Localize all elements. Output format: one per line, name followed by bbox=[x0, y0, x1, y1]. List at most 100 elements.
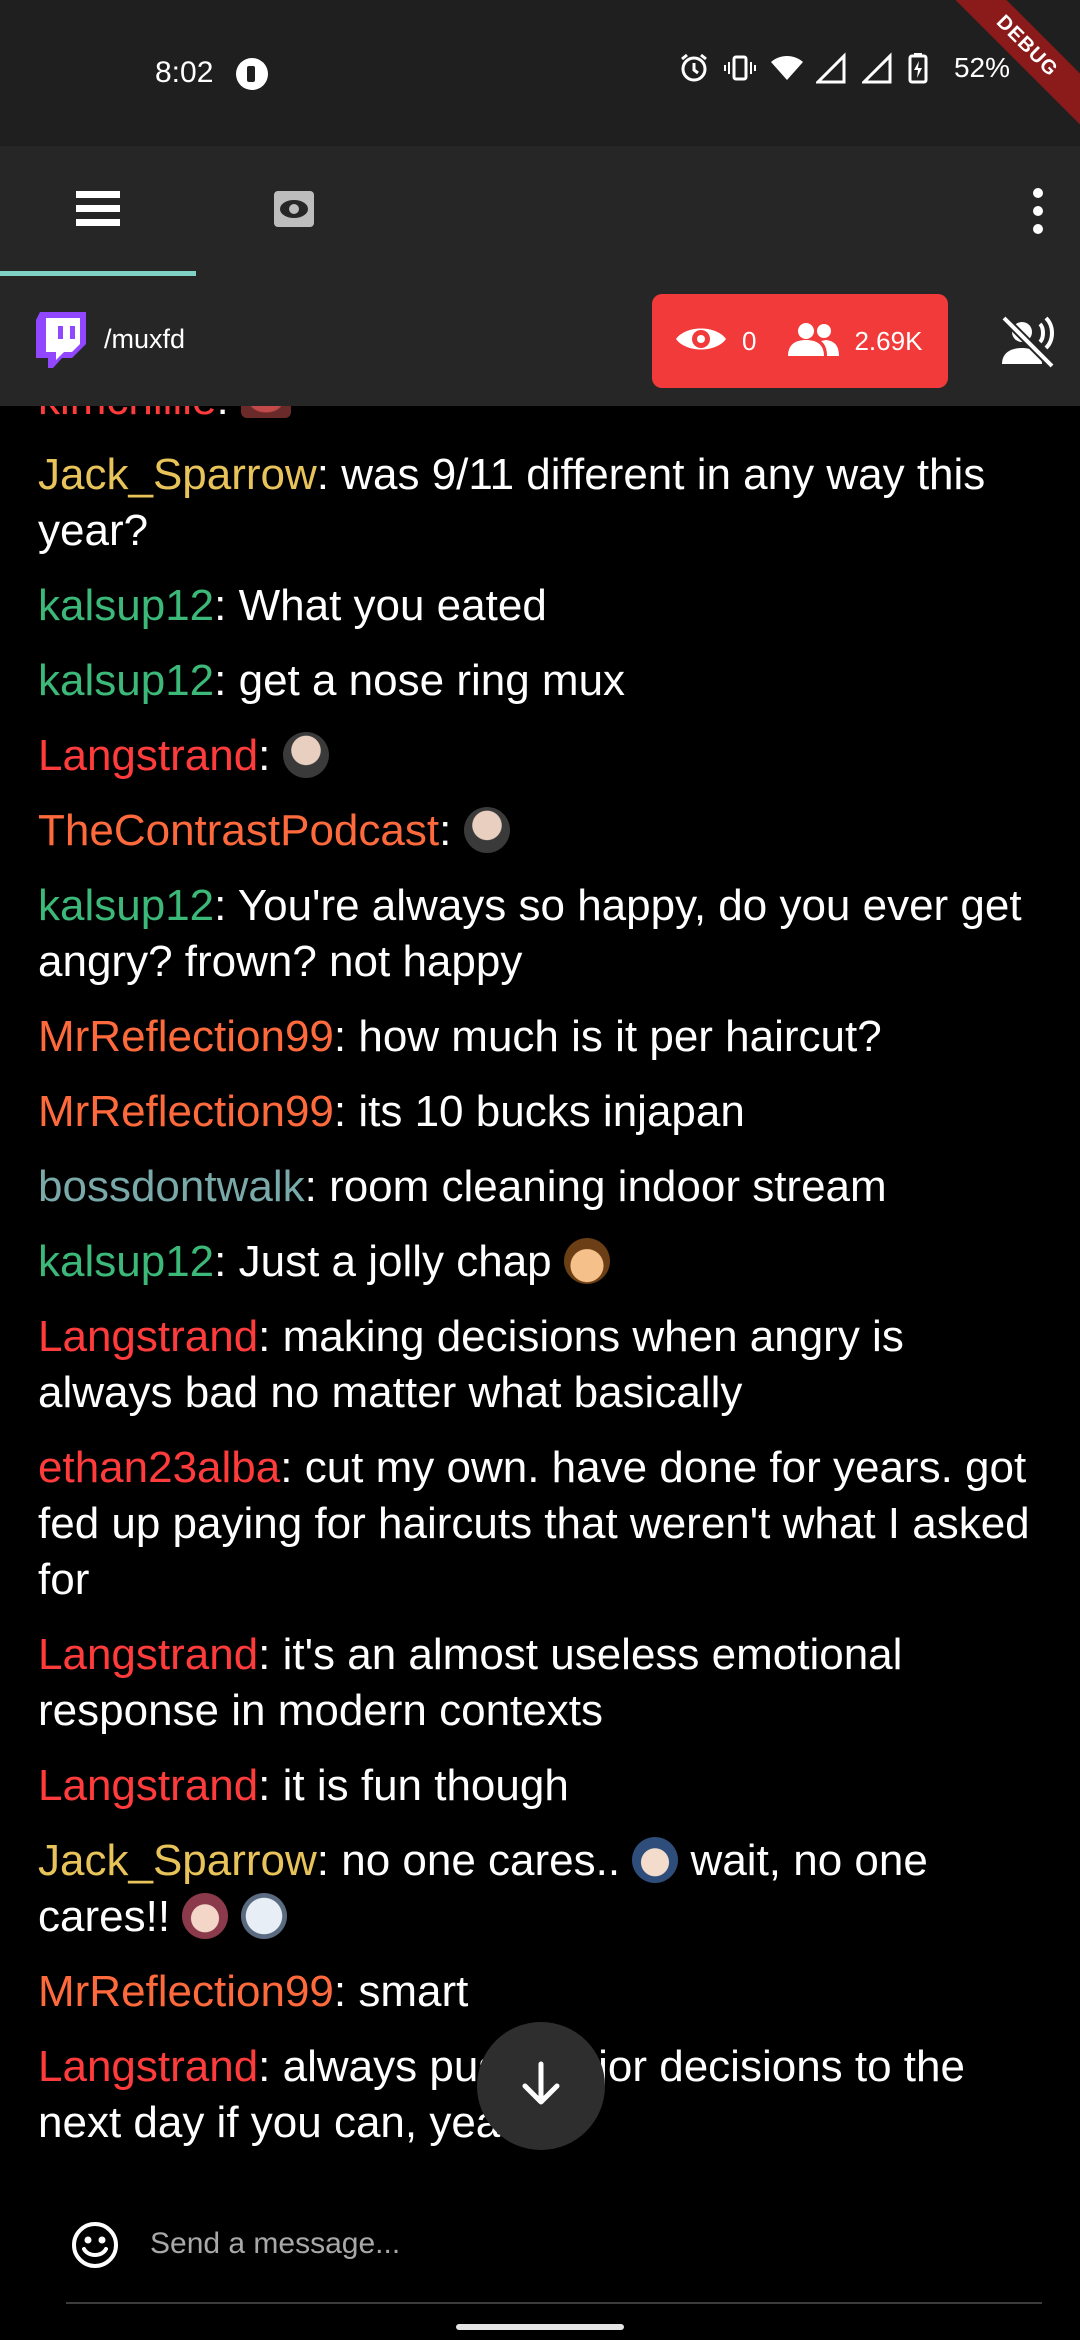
chat-username[interactable]: kalsup12 bbox=[38, 881, 214, 930]
message-input[interactable] bbox=[150, 2212, 1040, 2276]
people-icon bbox=[786, 322, 840, 361]
chat-username[interactable]: kalsup12 bbox=[38, 1237, 214, 1286]
chat-message[interactable]: MrReflection99: smart bbox=[38, 1964, 1048, 2020]
viewer-stats-pill[interactable]: 0 2.69K bbox=[652, 294, 948, 388]
chat-separator: : bbox=[258, 1312, 283, 1361]
chat-username[interactable]: Langstrand bbox=[38, 1312, 258, 1361]
chat-separator: : bbox=[316, 450, 342, 499]
face-emote-icon bbox=[282, 732, 329, 778]
anime-emote-icon bbox=[632, 1837, 679, 1883]
chat-username[interactable]: Langstrand bbox=[38, 2042, 258, 2091]
chat-separator: : bbox=[216, 406, 240, 424]
chat-separator: : bbox=[439, 806, 464, 855]
chat-message[interactable]: TheContrastPodcast: bbox=[38, 803, 1048, 859]
chat-username[interactable]: ethan23alba bbox=[38, 1443, 280, 1492]
channel-name[interactable]: /muxfd bbox=[104, 324, 185, 355]
scroll-to-bottom-button[interactable] bbox=[477, 2022, 605, 2150]
signal-icon-2 bbox=[861, 52, 894, 84]
chat-username[interactable]: kimchiiiie bbox=[38, 406, 216, 424]
face-emote-icon bbox=[463, 807, 510, 853]
chat-separator: : bbox=[214, 881, 238, 930]
chat-separator: : bbox=[258, 2042, 283, 2091]
lips-emote-icon bbox=[240, 406, 291, 418]
battery-icon bbox=[908, 52, 940, 84]
tab-chat[interactable] bbox=[0, 146, 196, 276]
chat-text: its 10 bucks injapan bbox=[358, 1087, 745, 1136]
home-indicator[interactable] bbox=[456, 2324, 624, 2330]
chat-separator: : bbox=[258, 1761, 283, 1810]
status-time: 8:02 bbox=[155, 56, 214, 89]
list-icon bbox=[76, 190, 120, 232]
chat-list[interactable]: kimchiiiie: Jack_Sparrow: was 9/11 diffe… bbox=[0, 406, 1080, 2176]
chat-message[interactable]: Jack_Sparrow: was 9/11 different in any … bbox=[38, 447, 1048, 559]
vibrate-icon bbox=[723, 52, 756, 84]
chat-username[interactable]: TheContrastPodcast bbox=[38, 806, 439, 855]
chat-message[interactable]: Langstrand: bbox=[38, 728, 1048, 784]
chat-username[interactable]: Jack_Sparrow bbox=[38, 450, 317, 499]
chat-username[interactable]: MrReflection99 bbox=[38, 1012, 334, 1061]
chat-text: What you eated bbox=[238, 581, 547, 630]
alarm-icon bbox=[678, 52, 710, 84]
wifi-icon bbox=[770, 52, 803, 84]
chat-username[interactable]: kalsup12 bbox=[38, 581, 214, 630]
chat-username[interactable]: Langstrand bbox=[38, 1630, 258, 1679]
girl-emote-icon bbox=[182, 1893, 229, 1939]
status-bar: 8:02 52% DEBUG bbox=[0, 0, 1080, 146]
chat-username[interactable]: bossdontwalk bbox=[38, 1162, 305, 1211]
chat-message[interactable]: ethan23alba: cut my own. have done for y… bbox=[38, 1440, 1048, 1608]
chat-message[interactable]: bossdontwalk: room cleaning indoor strea… bbox=[38, 1159, 1048, 1215]
eye-icon bbox=[674, 322, 728, 361]
chat-separator: : bbox=[333, 1967, 359, 2016]
chat-separator: : bbox=[333, 1087, 359, 1136]
message-composer bbox=[0, 2176, 1080, 2340]
chat-separator: : bbox=[304, 1162, 330, 1211]
twitch-logo-icon bbox=[36, 312, 86, 368]
chat-message[interactable]: Jack_Sparrow: no one cares.. wait, no on… bbox=[38, 1833, 1048, 1945]
chat-separator: : bbox=[214, 1237, 239, 1286]
channel-header: /muxfd 0 2.69K bbox=[0, 276, 1080, 406]
battery-percent: 52% bbox=[953, 52, 1010, 83]
app-tab-bar bbox=[0, 146, 1080, 276]
mask-emote-icon bbox=[240, 1893, 287, 1939]
boy-emote-icon bbox=[563, 1238, 610, 1284]
chat-username[interactable]: Langstrand bbox=[38, 1761, 258, 1810]
chat-message[interactable]: kalsup12: You're always so happy, do you… bbox=[38, 878, 1048, 990]
chat-username[interactable]: kalsup12 bbox=[38, 656, 214, 705]
tab-stream[interactable] bbox=[196, 146, 392, 276]
chat-text: Just a jolly chap bbox=[238, 1237, 552, 1286]
chat-username[interactable]: MrReflection99 bbox=[38, 1087, 334, 1136]
emoji-picker-icon[interactable] bbox=[70, 2220, 120, 2270]
chat-message[interactable]: Langstrand: it is fun though bbox=[38, 1758, 1048, 1814]
chat-message[interactable]: kimchiiiie: bbox=[38, 406, 1048, 428]
status-icons: 52% bbox=[678, 52, 1010, 84]
follower-count: 2.69K bbox=[854, 325, 923, 356]
overflow-menu-button[interactable] bbox=[1026, 188, 1050, 234]
chat-text: how much is it per haircut? bbox=[358, 1012, 882, 1061]
voice-off-icon[interactable] bbox=[1000, 315, 1056, 369]
chat-message[interactable]: MrReflection99: how much is it per hairc… bbox=[38, 1009, 1048, 1065]
chat-message[interactable]: Langstrand: it's an almost useless emoti… bbox=[38, 1627, 1048, 1739]
chat-separator: : bbox=[258, 731, 283, 780]
chat-message[interactable]: kalsup12: What you eated bbox=[38, 578, 1048, 634]
eye-screen-icon bbox=[272, 189, 316, 234]
chat-text: no one cares.. bbox=[341, 1836, 621, 1885]
arrow-down-icon bbox=[519, 2060, 563, 2113]
chat-username[interactable]: Jack_Sparrow bbox=[38, 1836, 317, 1885]
current-viewers: 0 bbox=[742, 325, 757, 356]
chat-text: smart bbox=[358, 1967, 469, 2016]
signal-icon bbox=[815, 52, 848, 84]
chat-username[interactable]: Langstrand bbox=[38, 731, 258, 780]
chat-message[interactable]: kalsup12: Just a jolly chap bbox=[38, 1234, 1048, 1290]
chat-text: it is fun though bbox=[282, 1761, 569, 1810]
chat-messages: kimchiiiie: Jack_Sparrow: was 9/11 diffe… bbox=[38, 406, 1048, 2170]
chat-message[interactable]: Langstrand: making decisions when angry … bbox=[38, 1309, 1048, 1421]
chat-separator: : bbox=[258, 1630, 283, 1679]
chat-separator: : bbox=[214, 656, 239, 705]
chat-text: get a nose ring mux bbox=[238, 656, 626, 705]
chat-separator: : bbox=[280, 1443, 305, 1492]
app-notification-icon bbox=[236, 58, 268, 90]
chat-username[interactable]: MrReflection99 bbox=[38, 1967, 334, 2016]
chat-text: room cleaning indoor stream bbox=[329, 1162, 887, 1211]
chat-message[interactable]: MrReflection99: its 10 bucks injapan bbox=[38, 1084, 1048, 1140]
chat-message[interactable]: kalsup12: get a nose ring mux bbox=[38, 653, 1048, 709]
